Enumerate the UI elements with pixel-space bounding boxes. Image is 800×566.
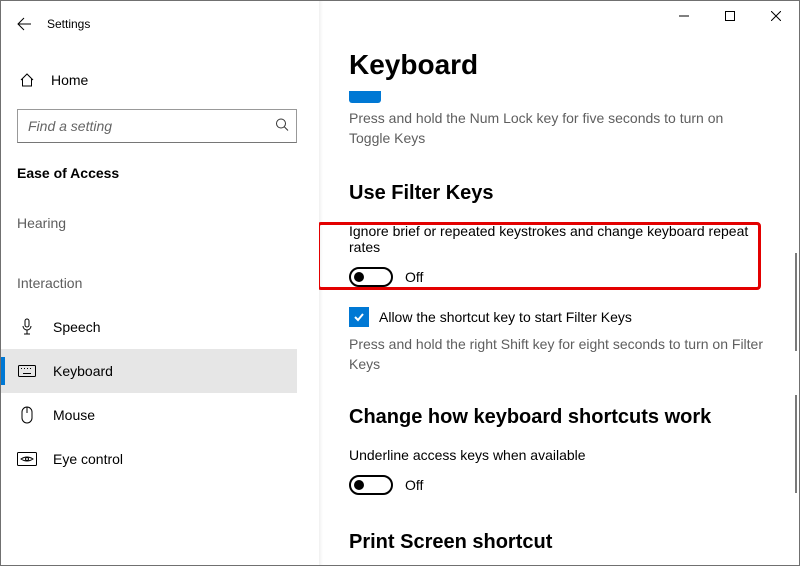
app-title: Settings	[47, 17, 90, 31]
microphone-icon	[17, 318, 37, 336]
sidebar-group-hearing: Hearing	[17, 215, 297, 231]
sidebar-item-home[interactable]: Home	[17, 61, 297, 99]
sidebar-item-speech[interactable]: Speech	[1, 305, 297, 349]
sidebar: Settings Home	[1, 1, 319, 565]
scrollbar-segment[interactable]	[795, 395, 797, 493]
toggle-keys-help-text: Press and hold the Num Lock key for five…	[349, 109, 749, 148]
sidebar-item-label: Speech	[53, 319, 100, 335]
content-pane: Keyboard Press and hold the Num Lock key…	[319, 1, 799, 565]
back-button[interactable]	[1, 1, 47, 47]
sidebar-home-label: Home	[51, 72, 88, 88]
filter-keys-description: Ignore brief or repeated keystrokes and …	[349, 223, 771, 255]
search-input[interactable]	[17, 109, 297, 143]
filter-keys-toggle-state: Off	[405, 269, 423, 285]
scrollbar-segment[interactable]	[795, 253, 797, 351]
sidebar-item-keyboard[interactable]: Keyboard	[1, 349, 297, 393]
underline-access-keys-toggle[interactable]	[349, 475, 393, 495]
eye-control-icon	[17, 452, 37, 466]
toggle-keys-toggle-partial[interactable]	[349, 91, 381, 103]
underline-access-keys-label: Underline access keys when available	[349, 447, 771, 463]
sidebar-item-eye-control[interactable]: Eye control	[1, 437, 297, 481]
window-controls	[661, 1, 799, 31]
sidebar-item-label: Eye control	[53, 451, 123, 467]
filter-keys-shortcut-checkbox[interactable]	[349, 307, 369, 327]
page-title: Keyboard	[349, 49, 771, 81]
sidebar-section-heading: Ease of Access	[17, 165, 297, 181]
keyboard-icon	[17, 365, 37, 377]
search-icon	[275, 118, 289, 135]
home-icon	[17, 72, 37, 88]
sidebar-group-interaction: Interaction	[17, 275, 297, 291]
print-screen-heading: Print Screen shortcut	[349, 531, 771, 554]
filter-keys-toggle[interactable]	[349, 267, 393, 287]
underline-access-keys-state: Off	[405, 477, 423, 493]
maximize-button[interactable]	[707, 1, 753, 31]
shortcuts-heading: Change how keyboard shortcuts work	[349, 406, 771, 429]
filter-keys-heading: Use Filter Keys	[349, 182, 771, 205]
minimize-button[interactable]	[661, 1, 707, 31]
close-button[interactable]	[753, 1, 799, 31]
filter-keys-shortcut-help: Press and hold the right Shift key for e…	[349, 335, 771, 374]
mouse-icon	[17, 406, 37, 424]
sidebar-item-label: Keyboard	[53, 363, 113, 379]
sidebar-item-label: Mouse	[53, 407, 95, 423]
filter-keys-shortcut-label: Allow the shortcut key to start Filter K…	[379, 309, 632, 325]
sidebar-item-mouse[interactable]: Mouse	[1, 393, 297, 437]
settings-window: Settings Home	[0, 0, 800, 566]
